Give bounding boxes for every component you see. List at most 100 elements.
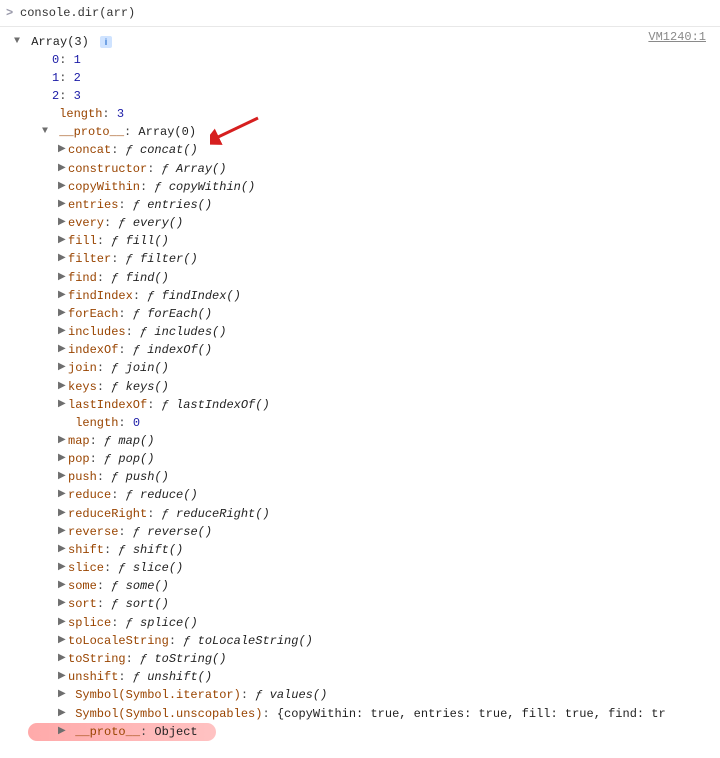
array-header-row[interactable]: ▼ Array(3) i [14,33,720,51]
proto-method-row[interactable]: ▶map: ƒ map() [14,432,720,450]
proto-method-row[interactable]: ▶fill: ƒ fill() [14,232,720,250]
expand-toggle-icon[interactable]: ▶ [58,668,68,686]
expand-toggle-icon[interactable]: ▼ [42,123,52,141]
fn-sig: includes() [154,325,226,339]
expand-toggle-icon[interactable]: ▶ [58,577,68,595]
method-name: toString [68,652,126,666]
fn-glyph: ƒ [162,162,169,176]
expand-toggle-icon[interactable]: ▶ [58,323,68,341]
fn-glyph: ƒ [126,253,133,267]
proto-method-row[interactable]: ▶unshift: ƒ unshift() [14,668,720,686]
fn-sig: indexOf() [147,343,212,357]
expand-toggle-icon[interactable]: ▶ [58,595,68,613]
proto-method-row[interactable]: ▶toLocaleString: ƒ toLocaleString() [14,632,720,650]
proto-method-row[interactable]: ▶includes: ƒ includes() [14,323,720,341]
proto-method-row[interactable]: ▶findIndex: ƒ findIndex() [14,287,720,305]
proto-method-row[interactable]: ▶shift: ƒ shift() [14,541,720,559]
method-name: copyWithin [68,180,140,194]
fn-sig: entries() [147,198,212,212]
expand-toggle-icon[interactable]: ▶ [58,378,68,396]
symbol-unscopables-row[interactable]: ▶ Symbol(Symbol.unscopables): {copyWithi… [14,705,720,723]
expand-toggle-icon[interactable]: ▶ [58,505,68,523]
method-name: map [68,434,90,448]
method-name: push [68,470,97,484]
nested-proto-row[interactable]: ▶ __proto__: Object [14,723,720,741]
proto-method-row[interactable]: ▶indexOf: ƒ indexOf() [14,341,720,359]
expand-toggle-icon[interactable]: ▶ [58,232,68,250]
expand-toggle-icon[interactable]: ▶ [58,705,68,723]
proto-method-row[interactable]: ▶every: ƒ every() [14,214,720,232]
expand-toggle-icon[interactable]: ▶ [58,214,68,232]
expand-toggle-icon[interactable]: ▶ [58,432,68,450]
symbol-iterator-row[interactable]: ▶ Symbol(Symbol.iterator): ƒ values() [14,686,720,704]
proto-method-row[interactable]: ▶keys: ƒ keys() [14,378,720,396]
proto-method-row[interactable]: ▶push: ƒ push() [14,468,720,486]
method-name: includes [68,325,126,339]
expand-toggle-icon[interactable]: ▶ [58,650,68,668]
fn-sig: map() [118,434,154,448]
proto-method-row[interactable]: ▶forEach: ƒ forEach() [14,305,720,323]
proto-method-row[interactable]: ▶concat: ƒ concat() [14,141,720,159]
expand-toggle-icon[interactable]: ▶ [58,305,68,323]
expand-toggle-icon[interactable]: ▶ [58,250,68,268]
prop-value: 0 [133,416,140,430]
array-index-row: 1: 2 [14,69,720,87]
fn-glyph: ƒ [147,289,154,303]
source-link[interactable]: VM1240:1 [648,28,706,46]
proto-method-row[interactable]: ▶sort: ƒ sort() [14,595,720,613]
index-value: 3 [74,89,81,103]
expand-toggle-icon[interactable]: ▶ [58,541,68,559]
proto-method-row[interactable]: ▶pop: ƒ pop() [14,450,720,468]
expand-toggle-icon[interactable]: ▶ [58,559,68,577]
expand-toggle-icon[interactable]: ▼ [14,33,24,51]
proto-method-row[interactable]: ▶slice: ƒ slice() [14,559,720,577]
expand-toggle-icon[interactable]: ▶ [58,723,68,741]
method-name: lastIndexOf [68,398,147,412]
method-name: join [68,362,97,376]
proto-method-row[interactable]: ▶copyWithin: ƒ copyWithin() [14,178,720,196]
proto-row[interactable]: ▼ __proto__: Array(0) [14,123,720,141]
fn-sig: join() [126,362,169,376]
info-icon[interactable]: i [100,36,112,48]
proto-method-row[interactable]: ▶toString: ƒ toString() [14,650,720,668]
expand-toggle-icon[interactable]: ▶ [58,160,68,178]
proto-method-row[interactable]: ▶reduce: ƒ reduce() [14,486,720,504]
expand-toggle-icon[interactable]: ▶ [58,486,68,504]
proto-method-row[interactable]: ▶constructor: ƒ Array() [14,160,720,178]
expand-toggle-icon[interactable]: ▶ [58,396,68,414]
fn-sig: concat() [140,144,198,158]
highlight-annotation: ▶ __proto__: Object [28,723,216,741]
expand-toggle-icon[interactable]: ▶ [58,614,68,632]
proto-method-row[interactable]: ▶some: ƒ some() [14,577,720,595]
console-input[interactable]: > console.dir(arr) [0,0,720,27]
expand-toggle-icon[interactable]: ▶ [58,269,68,287]
fn-glyph: ƒ [118,543,125,557]
expand-toggle-icon[interactable]: ▶ [58,450,68,468]
proto-method-row[interactable]: ▶reverse: ƒ reverse() [14,523,720,541]
expand-toggle-icon[interactable]: ▶ [58,686,68,704]
expand-toggle-icon[interactable]: ▶ [58,468,68,486]
proto-method-row[interactable]: ▶entries: ƒ entries() [14,196,720,214]
expand-toggle-icon[interactable]: ▶ [58,341,68,359]
proto-method-row[interactable]: ▶lastIndexOf: ƒ lastIndexOf() [14,396,720,414]
fn-sig: filter() [140,253,198,267]
expand-toggle-icon[interactable]: ▶ [58,523,68,541]
expand-toggle-icon[interactable]: ▶ [58,141,68,159]
expand-toggle-icon[interactable]: ▶ [58,287,68,305]
fn-glyph: ƒ [104,434,111,448]
array-index-row: 2: 3 [14,87,720,105]
method-name: slice [68,561,104,575]
proto-method-row[interactable]: ▶join: ƒ join() [14,359,720,377]
fn-sig: sort() [126,598,169,612]
proto-method-row[interactable]: ▶splice: ƒ splice() [14,614,720,632]
fn-sig: reverse() [147,525,212,539]
fn-glyph: ƒ [183,634,190,648]
expand-toggle-icon[interactable]: ▶ [58,632,68,650]
proto-method-row[interactable]: ▶filter: ƒ filter() [14,250,720,268]
expand-toggle-icon[interactable]: ▶ [58,359,68,377]
method-name: every [68,216,104,230]
expand-toggle-icon[interactable]: ▶ [58,178,68,196]
expand-toggle-icon[interactable]: ▶ [58,196,68,214]
proto-method-row[interactable]: ▶find: ƒ find() [14,269,720,287]
proto-method-row[interactable]: ▶reduceRight: ƒ reduceRight() [14,505,720,523]
